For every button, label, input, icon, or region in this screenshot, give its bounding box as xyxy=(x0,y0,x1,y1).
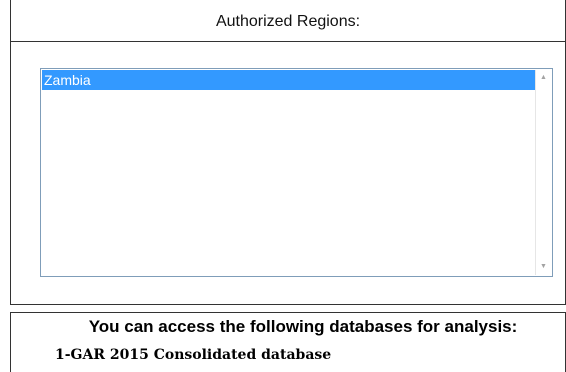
scroll-up-arrow-icon[interactable]: ▲ xyxy=(536,70,551,86)
databases-panel: You can access the following databases f… xyxy=(10,312,566,372)
authorized-regions-panel: Authorized Regions: Zambia ▲ ▼ xyxy=(10,0,566,305)
authorized-regions-title: Authorized Regions: xyxy=(11,0,565,42)
listbox-scrollbar[interactable]: ▲ ▼ xyxy=(535,70,551,275)
region-option-zambia[interactable]: Zambia xyxy=(42,70,535,90)
scroll-down-arrow-icon[interactable]: ▼ xyxy=(536,259,551,275)
databases-heading: You can access the following databases f… xyxy=(88,317,518,336)
regions-listbox[interactable]: Zambia ▲ ▼ xyxy=(40,68,553,277)
database-link-gar-2015[interactable]: 1-GAR 2015 Consolidated database xyxy=(55,347,331,363)
page: Authorized Regions: Zambia ▲ ▼ You can a… xyxy=(0,0,566,372)
